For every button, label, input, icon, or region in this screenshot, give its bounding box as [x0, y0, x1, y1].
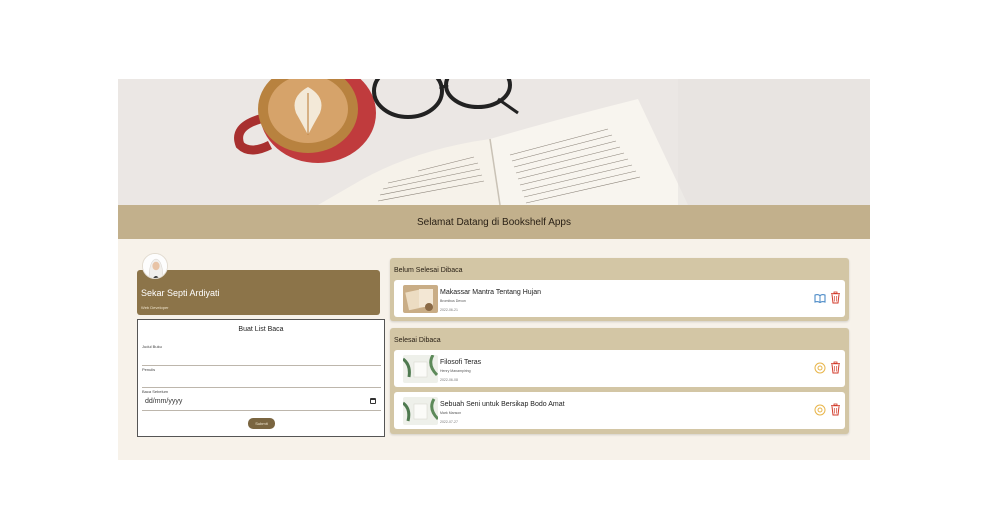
profile-card: Sekar Septi Ardiyati Web Developer: [137, 270, 380, 315]
hero-image: [118, 79, 870, 205]
book-author: Henry Manampiring: [440, 369, 471, 373]
trash-icon[interactable]: [830, 291, 841, 304]
book-author: Mark Manson: [440, 411, 462, 415]
author-label: Penulis: [142, 367, 156, 372]
book-date: 2022-06-21: [440, 308, 458, 312]
title-input[interactable]: [142, 365, 381, 366]
date-input[interactable]: dd/mm/yyyy: [145, 398, 182, 405]
book-cover: [403, 355, 438, 383]
unread-shelf: Belum Selesai Dibaca Makassar Mantra Ten…: [390, 258, 849, 321]
book-date: 2022-06-08: [440, 378, 458, 382]
read-shelf-title: Selesai Dibaca: [394, 337, 441, 344]
welcome-banner: Selamat Datang di Bookshelf Apps: [118, 205, 870, 239]
undo-icon[interactable]: [814, 362, 826, 374]
date-label: Baca Sebelum: [142, 389, 169, 394]
profile-role: Web Developer: [141, 305, 169, 310]
author-input[interactable]: [142, 387, 381, 388]
book-title: Makassar Mantra Tentang Hujan: [440, 289, 542, 296]
book-date: 2022-07-27: [440, 420, 458, 424]
bookshelf-app: Selamat Datang di Bookshelf Apps Sekar S…: [118, 79, 870, 460]
submit-button[interactable]: Submit: [248, 418, 275, 429]
book-title: Filosofi Teras: [440, 359, 482, 366]
undo-icon[interactable]: [814, 404, 826, 416]
profile-name: Sekar Septi Ardiyati: [141, 288, 220, 298]
date-input-underline: [142, 410, 381, 411]
trash-icon[interactable]: [830, 361, 841, 374]
book-author: Bromibus Devon: [440, 299, 466, 303]
read-shelf: Selesai Dibaca Filosofi Teras Henry Mana…: [390, 328, 849, 434]
book-card: Makassar Mantra Tentang Hujan Bromibus D…: [394, 280, 845, 317]
book-cover: [403, 285, 438, 313]
avatar: [142, 253, 168, 279]
title-label: Judul Buku: [142, 344, 162, 349]
unread-shelf-title: Belum Selesai Dibaca: [394, 267, 463, 274]
calendar-icon[interactable]: [370, 398, 376, 404]
add-book-form: Buat List Baca Judul Buku Penulis Baca S…: [137, 319, 385, 437]
book-card: Sebuah Seni untuk Bersikap Bodo Amat Mar…: [394, 392, 845, 429]
book-card: Filosofi Teras Henry Manampiring 2022-06…: [394, 350, 845, 387]
trash-icon[interactable]: [830, 403, 841, 416]
welcome-title: Selamat Datang di Bookshelf Apps: [417, 216, 571, 228]
book-cover: [403, 397, 438, 425]
form-title: Buat List Baca: [238, 326, 284, 333]
book-title: Sebuah Seni untuk Bersikap Bodo Amat: [440, 401, 565, 408]
book-open-icon[interactable]: [814, 292, 826, 304]
